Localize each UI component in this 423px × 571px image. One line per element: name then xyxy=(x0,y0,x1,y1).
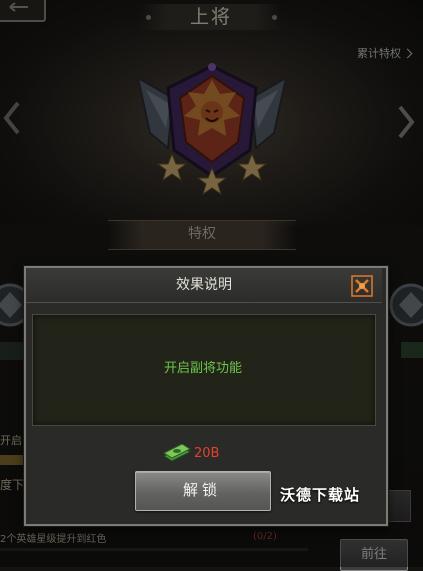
unlock-cost: 20B xyxy=(194,446,220,461)
close-x-icon[interactable] xyxy=(351,275,373,297)
unlock-button-label[interactable]: 解锁 xyxy=(135,471,269,509)
effect-text: 开启副将功能 xyxy=(163,361,242,376)
cash-bundle-icon xyxy=(162,444,192,462)
site-watermark: 沃德下载站 xyxy=(280,486,361,504)
dialog-title: 效果说明 xyxy=(176,277,232,293)
